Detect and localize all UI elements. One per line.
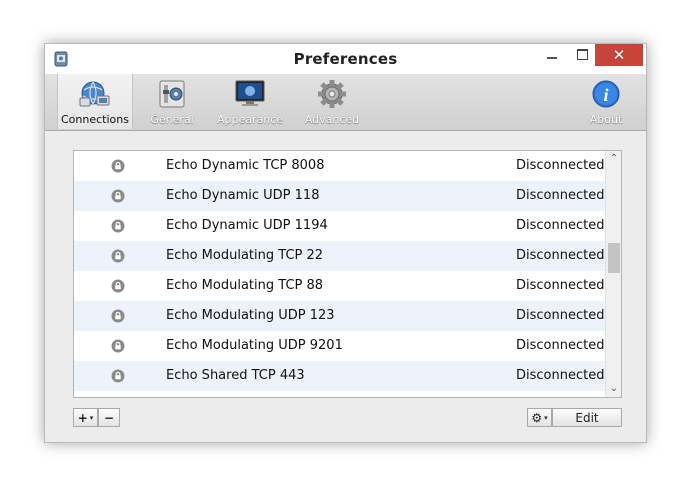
vertical-scrollbar[interactable]: ⌃ ⌄ bbox=[605, 151, 621, 397]
add-connection-button[interactable]: + ▾ bbox=[73, 408, 98, 427]
lock-icon bbox=[111, 369, 125, 383]
maximize-icon bbox=[576, 48, 588, 60]
list-item[interactable]: Echo Modulating UDP 123 Disconnected bbox=[74, 301, 606, 331]
minimize-icon bbox=[547, 57, 557, 59]
connection-status: Disconnected bbox=[516, 278, 605, 293]
connection-status: Disconnected bbox=[516, 218, 605, 233]
close-button[interactable]: ✕ bbox=[595, 44, 643, 66]
tab-advanced[interactable]: Advanced bbox=[300, 74, 364, 129]
lock-icon bbox=[111, 279, 125, 293]
connection-name: Echo Modulating TCP 22 bbox=[166, 248, 324, 263]
lock-icon bbox=[111, 159, 125, 173]
tab-advanced-label: Advanced bbox=[304, 113, 360, 126]
connection-name: Echo Shared TCP 443 bbox=[166, 368, 305, 383]
list-item[interactable]: Echo Modulating TCP 88 Disconnected bbox=[74, 271, 606, 301]
minimize-button[interactable] bbox=[537, 44, 567, 66]
plus-icon: + bbox=[77, 410, 88, 425]
connection-name: Echo Modulating TCP 88 bbox=[166, 278, 324, 293]
connection-status: Disconnected bbox=[516, 248, 605, 263]
connection-name: Echo Dynamic UDP 118 bbox=[166, 188, 320, 203]
lock-icon bbox=[111, 189, 125, 203]
minus-icon: − bbox=[103, 410, 115, 425]
lock-icon bbox=[111, 309, 125, 323]
list-item[interactable]: Echo Dynamic UDP 1194 Disconnected bbox=[74, 211, 606, 241]
tab-about-label: About bbox=[589, 113, 623, 126]
connection-status: Disconnected bbox=[516, 188, 605, 203]
list-item[interactable]: Echo Shared TCP 443 Disconnected bbox=[74, 361, 606, 391]
tab-general-label: General bbox=[150, 113, 194, 126]
connection-name: Echo Dynamic TCP 8008 bbox=[166, 158, 325, 173]
chevron-down-icon: ▾ bbox=[544, 413, 548, 422]
list-item[interactable]: Echo Dynamic UDP 118 Disconnected bbox=[74, 181, 606, 211]
scroll-up-icon[interactable]: ⌃ bbox=[606, 151, 621, 167]
connection-status: Disconnected bbox=[516, 308, 605, 323]
edit-button[interactable]: Edit bbox=[552, 408, 622, 427]
lock-icon bbox=[111, 249, 125, 263]
actions-menu-button[interactable]: ⚙ ▾ bbox=[527, 408, 552, 427]
gear-icon: ⚙ bbox=[531, 410, 543, 425]
tab-appearance-label: Appearance bbox=[216, 113, 284, 126]
tab-appearance[interactable]: Appearance bbox=[215, 74, 285, 129]
connection-name: Echo Modulating UDP 9201 bbox=[166, 338, 343, 353]
tab-connections[interactable]: Connections bbox=[57, 74, 133, 129]
scroll-down-icon[interactable]: ⌄ bbox=[606, 381, 621, 397]
lock-icon bbox=[111, 339, 125, 353]
connection-status: Disconnected bbox=[516, 158, 605, 173]
maximize-button[interactable] bbox=[567, 44, 597, 66]
chevron-down-icon: ▾ bbox=[89, 413, 94, 422]
title-bar: Preferences ✕ bbox=[45, 44, 646, 74]
appearance-icon bbox=[233, 78, 267, 110]
scroll-thumb[interactable] bbox=[608, 243, 620, 273]
connection-list[interactable]: Echo Shared TCP 443 Disconnected Echo Modu… bbox=[73, 150, 622, 398]
close-icon: ✕ bbox=[612, 46, 626, 64]
tab-general[interactable]: General bbox=[145, 74, 199, 129]
connections-icon bbox=[78, 78, 112, 110]
info-icon: i bbox=[589, 78, 623, 110]
connection-name: Echo Dynamic UDP 1194 bbox=[166, 218, 328, 233]
tab-connections-label: Connections bbox=[61, 113, 129, 126]
edit-button-label: Edit bbox=[575, 410, 599, 425]
connection-name: Echo Modulating UDP 123 bbox=[166, 308, 335, 323]
advanced-gear-icon bbox=[315, 78, 349, 110]
preferences-window: Preferences ✕ Connections General Appear… bbox=[44, 43, 647, 443]
list-item[interactable]: Echo Modulating TCP 22 Disconnected bbox=[74, 241, 606, 271]
svg-text:i: i bbox=[603, 85, 608, 105]
connection-status: Disconnected bbox=[516, 338, 605, 353]
list-item[interactable]: Echo Dynamic TCP 8008 Disconnected bbox=[74, 151, 606, 181]
list-item[interactable]: Echo Modulating UDP 9201 Disconnected bbox=[74, 331, 606, 361]
lock-icon bbox=[111, 219, 125, 233]
general-icon bbox=[155, 78, 189, 110]
connection-status: Disconnected bbox=[516, 368, 605, 383]
toolbar: Connections General Appearance Advanced … bbox=[45, 74, 646, 131]
tab-about[interactable]: i About bbox=[583, 74, 629, 129]
remove-connection-button[interactable]: − bbox=[98, 408, 120, 427]
